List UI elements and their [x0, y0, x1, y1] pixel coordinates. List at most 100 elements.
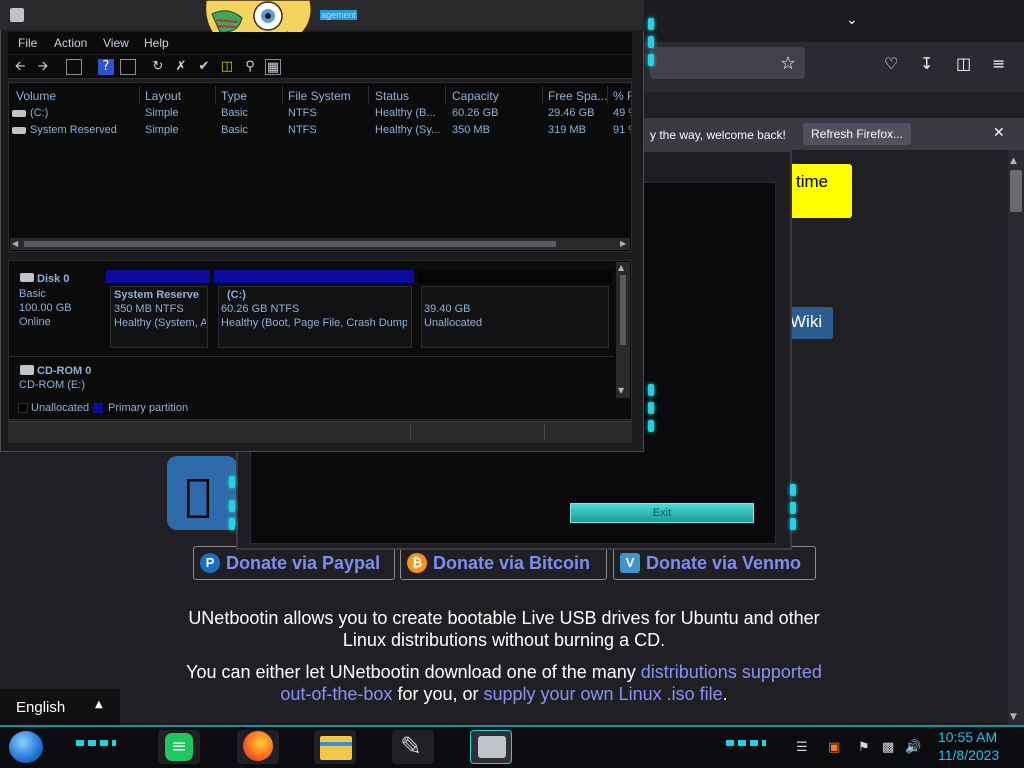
check-icon[interactable]: ✔: [196, 59, 212, 75]
column-divider[interactable]: [368, 86, 369, 104]
donate-label: Donate via Paypal: [226, 553, 381, 573]
intro-paragraph: UNetbootin allows you to create bootable…: [0, 607, 1008, 651]
menu-file[interactable]: File: [18, 36, 37, 50]
scrollbar-thumb[interactable]: [24, 241, 556, 247]
partition-bar: [106, 270, 210, 283]
column-header-status[interactable]: Status: [375, 89, 409, 103]
open-folder-icon[interactable]: ◫: [219, 59, 235, 75]
start-orb[interactable]: [9, 731, 43, 763]
partition-status: Healthy (System, A: [114, 317, 206, 329]
distributions-link[interactable]: distributions supported: [641, 662, 822, 682]
help-icon[interactable]: ?: [98, 59, 114, 75]
exit-button[interactable]: Exit: [570, 503, 754, 523]
legend-primary: Primary partition: [108, 402, 189, 414]
table-cell: NTFS: [288, 107, 317, 119]
forward-icon[interactable]: 🡪: [35, 59, 51, 75]
frame-accent: [648, 36, 654, 48]
column-header-filesystem[interactable]: File System: [288, 89, 351, 103]
drive-glyph: [478, 736, 506, 758]
frame-accent: [648, 420, 654, 432]
refresh-firefox-button[interactable]: Refresh Firefox...: [803, 123, 911, 145]
column-header-percent-free[interactable]: % F: [613, 89, 631, 103]
extensions-icon[interactable]: ◫: [956, 54, 971, 73]
show-console-icon[interactable]: [66, 59, 82, 75]
tray-app-icon[interactable]: ▣: [828, 740, 840, 755]
table-cell: 91 %: [613, 124, 631, 136]
scroll-left-icon[interactable]: ◀: [12, 239, 18, 248]
notes-app-glyph: ≡: [165, 733, 193, 761]
scroll-up-icon[interactable]: ▲: [1010, 156, 1017, 166]
partition-name: System Reserve: [114, 289, 200, 301]
yellow-link-button[interactable]: time: [790, 164, 852, 218]
donate-paypal-button[interactable]: P Donate via Paypal: [193, 546, 395, 580]
page-scrollbar[interactable]: [1008, 150, 1024, 725]
table-cell[interactable]: (C:): [30, 107, 48, 119]
drive-icon: [12, 127, 26, 134]
table-cell: 319 MB: [548, 124, 586, 136]
distributions-link-cont[interactable]: out-of-the-box: [280, 684, 392, 704]
frame-accent: [648, 384, 654, 396]
column-divider[interactable]: [215, 86, 216, 104]
table-cell: Healthy (B...: [375, 107, 436, 119]
column-header-free-space[interactable]: Free Spa...: [548, 89, 607, 103]
column-header-type[interactable]: Type: [221, 89, 247, 103]
menu-help[interactable]: Help: [144, 36, 169, 50]
column-divider[interactable]: [282, 86, 283, 104]
close-icon[interactable]: ✕: [993, 125, 1005, 141]
divider: [10, 356, 614, 357]
status-bar: [8, 421, 632, 443]
tray-overflow-icon[interactable]: ☰: [796, 740, 808, 755]
clock-date[interactable]: 11/8/2023: [938, 747, 999, 763]
column-header-volume[interactable]: Volume: [16, 89, 56, 103]
scroll-down-icon[interactable]: ▼: [1010, 712, 1017, 722]
properties-icon[interactable]: [120, 59, 136, 75]
table-cell: NTFS: [288, 124, 317, 136]
scrollbar-thumb[interactable]: [620, 275, 626, 345]
clock-time[interactable]: 10:55 AM: [938, 729, 997, 745]
column-header-capacity[interactable]: Capacity: [452, 89, 499, 103]
column-divider[interactable]: [445, 86, 446, 104]
scroll-right-icon[interactable]: ▶: [620, 239, 626, 248]
grid-icon[interactable]: ▦: [265, 59, 281, 75]
menu-action[interactable]: Action: [54, 36, 87, 50]
table-cell[interactable]: System Reserved: [30, 124, 117, 136]
scroll-up-icon[interactable]: ▲: [618, 263, 624, 272]
delete-icon[interactable]: ✗: [173, 59, 189, 75]
network-icon[interactable]: ▩: [882, 740, 894, 755]
cdrom-drive: CD-ROM (E:): [19, 379, 85, 391]
column-divider[interactable]: [139, 86, 140, 104]
column-divider[interactable]: [542, 86, 543, 104]
iso-file-link[interactable]: supply your own Linux .iso file: [483, 684, 722, 704]
column-divider[interactable]: [607, 86, 608, 104]
volume-icon[interactable]: 🔊: [905, 740, 921, 755]
chevron-down-icon[interactable]: ⌄: [846, 12, 858, 28]
disk-name[interactable]: Disk 0: [37, 273, 69, 285]
menu-view[interactable]: View: [103, 36, 129, 50]
flag-icon[interactable]: ⚑: [858, 740, 870, 755]
disk-management-app-icon: [10, 8, 24, 22]
cdrom-name[interactable]: CD-ROM 0: [37, 365, 91, 377]
disk-type: Basic: [19, 288, 46, 300]
back-icon[interactable]: 🡨: [12, 59, 28, 75]
refresh-icon[interactable]: ↻: [150, 59, 166, 75]
legend-swatch-unallocated: [18, 403, 28, 413]
wiki-button[interactable]: Wiki: [790, 307, 833, 339]
column-header-layout[interactable]: Layout: [145, 89, 181, 103]
text: You can either let UNetbootin download o…: [186, 662, 641, 682]
download-paragraph: You can either let UNetbootin download o…: [0, 661, 1008, 705]
search-icon[interactable]: ⚲: [242, 59, 258, 75]
menu-icon[interactable]: ≡: [992, 54, 1005, 73]
scroll-down-icon[interactable]: ▼: [618, 386, 624, 395]
pocket-icon[interactable]: ♡: [884, 54, 898, 73]
table-cell: Simple: [145, 124, 179, 136]
star-icon[interactable]: ☆: [780, 53, 796, 74]
intro-line: Linux distributions without burning a CD…: [342, 630, 666, 650]
donate-bitcoin-button[interactable]: ₿ Donate via Bitcoin: [400, 546, 607, 580]
donate-venmo-button[interactable]: V Donate via Venmo: [613, 546, 816, 580]
scrollbar-thumb[interactable]: [1010, 170, 1022, 212]
apple-icon: : [185, 470, 211, 521]
folder-stripe: [320, 742, 352, 746]
download-icon[interactable]: ↧: [920, 54, 933, 73]
table-cell: Healthy (Sy...: [375, 124, 441, 136]
paypal-icon: P: [200, 553, 220, 573]
